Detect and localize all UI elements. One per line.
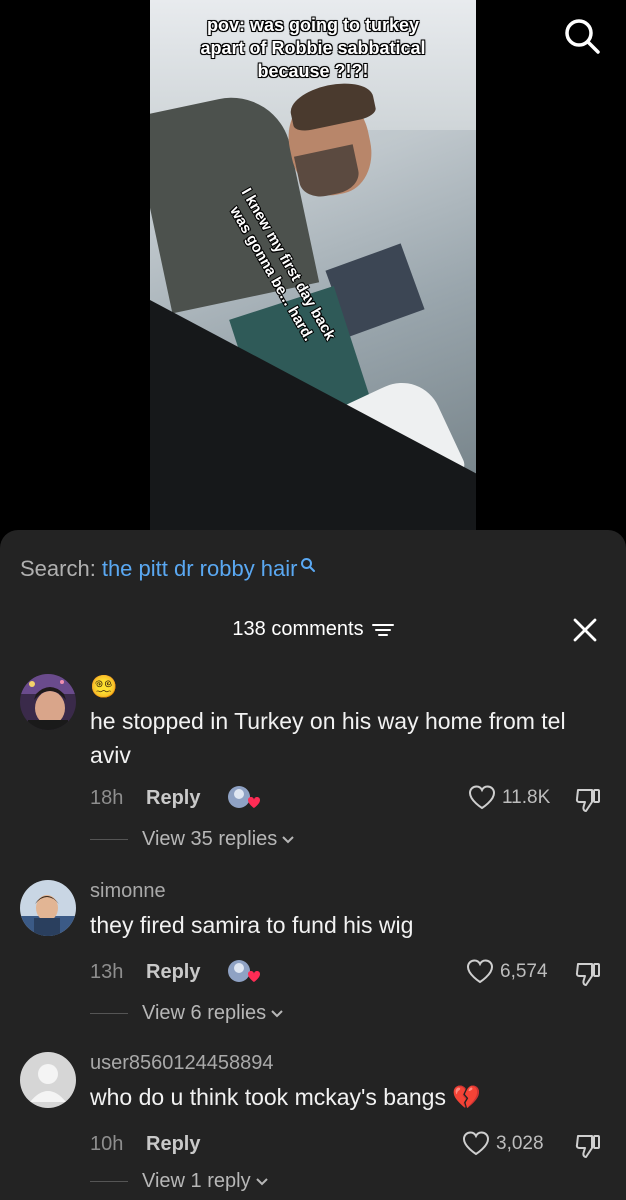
search-query-link[interactable]: the pitt dr robby hair	[102, 556, 298, 582]
like-count: 3,028	[496, 1133, 544, 1154]
reply-button[interactable]: Reply	[146, 1133, 200, 1156]
comment-text: who do u think took mckay's bangs 💔	[90, 1084, 481, 1110]
comment-text: he stopped in Turkey on his way home fro…	[90, 708, 566, 768]
video-caption: pov: was going to turkey apart of Robbie…	[200, 15, 426, 81]
comment-emoji: 😵‍💫	[90, 674, 118, 699]
view-replies-button[interactable]: View 35 replies	[90, 828, 295, 851]
comment-item: simonne they fired samira to fund his wi…	[0, 876, 626, 1026]
comment-meta: 10h Reply	[90, 1133, 200, 1156]
comment-item: user8560124458894 who do u think took mc…	[0, 1048, 626, 1200]
view-replies-button[interactable]: View 6 replies	[90, 1002, 284, 1025]
search-prefix-label: Search:	[20, 556, 96, 581]
view-replies-label: View 1 reply	[142, 1170, 251, 1192]
comment-username[interactable]: user8560124458894	[90, 1052, 274, 1075]
divider	[90, 1013, 128, 1014]
video-player[interactable]: pov: was going to turkey apart of Robbie…	[0, 0, 626, 545]
dislike-icon[interactable]	[574, 1132, 602, 1160]
avatar[interactable]	[20, 674, 76, 730]
dislike-icon[interactable]	[574, 786, 602, 814]
chevron-down-icon	[271, 1009, 283, 1017]
comments-header: 138 comments	[0, 618, 626, 648]
view-replies-button[interactable]: View 1 reply	[90, 1170, 269, 1193]
comment-meta: 13h Reply	[90, 961, 200, 984]
view-replies-label: View 6 replies	[142, 1002, 267, 1024]
comments-count-label: 138 comments	[232, 618, 364, 640]
creator-heart-icon	[228, 960, 260, 982]
comment-meta: 18h Reply	[90, 787, 200, 810]
like-button[interactable]: 11.8K	[468, 785, 550, 811]
like-count: 11.8K	[502, 787, 551, 808]
comment-time: 18h	[90, 787, 124, 809]
divider	[90, 1181, 128, 1182]
heart-outline-icon	[462, 1131, 490, 1156]
comment-item: 😵‍💫 he stopped in Turkey on his way home…	[0, 670, 626, 850]
like-button[interactable]: 3,028	[462, 1131, 544, 1157]
comment-username[interactable]: simonne	[90, 880, 166, 903]
reply-button[interactable]: Reply	[146, 787, 200, 810]
avatar[interactable]	[20, 880, 76, 936]
heart-outline-icon	[466, 959, 494, 984]
dislike-icon[interactable]	[574, 960, 602, 988]
chevron-down-icon	[282, 835, 294, 843]
heart-outline-icon	[468, 785, 496, 810]
comments-sheet: Search: the pitt dr robby hair 138 comme…	[0, 530, 626, 1200]
like-button[interactable]: 6,574	[466, 959, 548, 985]
chevron-down-icon	[255, 1177, 268, 1185]
comment-text: they fired samira to fund his wig	[90, 912, 414, 938]
comment-time: 10h	[90, 1133, 124, 1155]
avatar[interactable]	[20, 1052, 76, 1108]
creator-heart-icon	[228, 786, 260, 808]
search-icon	[300, 558, 315, 572]
divider	[90, 839, 128, 840]
comments-count[interactable]: 138 comments	[232, 618, 394, 641]
like-count: 6,574	[500, 961, 548, 982]
reply-button[interactable]: Reply	[146, 961, 200, 984]
filter-icon[interactable]	[371, 622, 394, 638]
close-icon[interactable]	[570, 615, 600, 645]
view-replies-label: View 35 replies	[142, 828, 278, 850]
related-search[interactable]: Search: the pitt dr robby hair	[20, 556, 316, 582]
comment-time: 13h	[90, 961, 124, 983]
search-icon[interactable]	[562, 16, 602, 56]
